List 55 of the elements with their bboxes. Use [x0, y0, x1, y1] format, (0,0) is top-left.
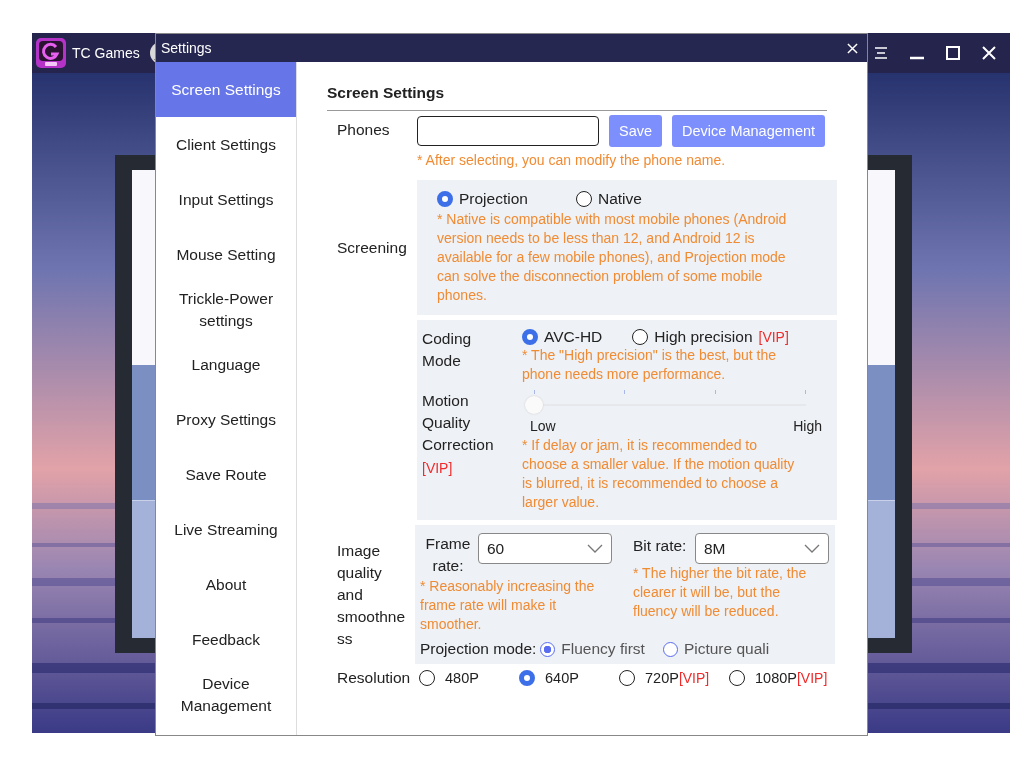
option-label: Native — [597, 190, 642, 208]
option-label: 480P — [445, 670, 479, 686]
radio-option[interactable]: Native — [575, 190, 642, 208]
vip-tag: [VIP] — [796, 670, 828, 686]
option-label: 640P — [545, 670, 579, 686]
frame-rate-select[interactable]: 60 — [478, 533, 612, 564]
option-label: Projection — [459, 190, 528, 208]
close-icon[interactable] — [847, 42, 858, 54]
radio-option[interactable]: Picture quali — [662, 640, 770, 658]
option-label: Fluency first — [561, 640, 645, 658]
chevron-icon — [587, 544, 603, 553]
hint-text: * If delay or jam, it is recommended to choose a smaller value. If the motion quality is blurred, it is recommended to choose a larger value. — [522, 436, 796, 512]
option-label: 720P — [645, 670, 679, 686]
option-label: 1080P — [755, 670, 797, 686]
slider-label: High — [793, 418, 822, 434]
field-label: Frame rate: — [424, 534, 472, 576]
option-label: High precision — [654, 328, 753, 346]
menu-icon[interactable] — [874, 46, 888, 60]
chevron-icon — [804, 544, 820, 553]
section-heading: Screen Settings — [327, 84, 827, 111]
close-icon[interactable] — [982, 46, 996, 60]
field-label: Image quality and smoothne ss — [337, 540, 407, 649]
vip-tag: [VIP] — [422, 457, 492, 479]
slider-label: Low — [530, 418, 556, 434]
field-label: Phones — [337, 121, 391, 139]
vip-tag: [VIP] — [678, 670, 710, 686]
sidebar-item[interactable]: Screen Settings — [156, 62, 296, 117]
radio-option[interactable]: AVC-HD — [522, 328, 603, 346]
maximize-icon[interactable] — [946, 46, 960, 60]
hint-text: * Native is compatible with most mobile phones (Android version needs to be less than 12, and Android 12 is available for a few mobile phones), and Projection mode can solve the disconnection problem of some mobile phones. — [437, 210, 788, 305]
hint-text: * The "High precision" is the best, but the phone needs more performance. — [522, 346, 778, 384]
option-label: AVC-HD — [544, 328, 603, 346]
field-label: Resolution — [337, 669, 412, 687]
hint-text: * The higher the bit rate, the clearer it will be, but the fluency will be reduced. — [633, 564, 808, 621]
dialog-title: Settings — [161, 40, 212, 56]
field-label: Coding Mode — [422, 329, 473, 371]
radio-option[interactable]: 1080P[VIP] — [729, 670, 829, 686]
app-title: TC Games — [72, 45, 140, 61]
hint-text: * Reasonably increasing the frame rate will make it smoother. — [420, 577, 596, 634]
radio-option[interactable]: 720P[VIP] — [619, 670, 729, 686]
radio-option[interactable]: 640P — [519, 670, 619, 686]
radio-option[interactable]: Projection — [437, 190, 528, 208]
radio-option[interactable]: 480P — [419, 670, 519, 686]
field-label: Projection mode: — [420, 640, 537, 658]
field-label: Motion Quality Correction — [422, 391, 492, 455]
hint-text: * After selecting, you can modify the phone name. — [417, 151, 727, 170]
field-label: Screening — [337, 238, 408, 257]
radio-option[interactable]: Fluency first — [540, 640, 645, 658]
option-label: Picture quali — [683, 640, 770, 658]
input-field[interactable] — [417, 116, 599, 146]
vip-tag: [VIP] — [758, 329, 789, 345]
bit-rate-select[interactable]: 8M — [695, 533, 829, 564]
field-label: Bit rate: — [633, 536, 688, 555]
radio-option[interactable]: High precision [VIP] — [632, 328, 789, 346]
logo-icon — [36, 38, 66, 68]
